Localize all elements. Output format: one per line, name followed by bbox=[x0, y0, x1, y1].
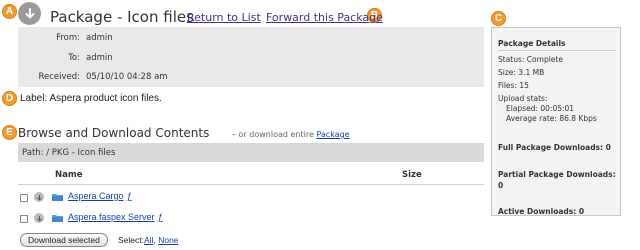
full-downloads-text: Full Package Downloads: 0 bbox=[498, 143, 611, 152]
meta-to-key: To: bbox=[68, 53, 80, 63]
file-name-link[interactable]: Aspera faspex Server ƒ bbox=[68, 212, 163, 222]
callout-c-badge: C bbox=[491, 11, 506, 26]
row-checkbox[interactable] bbox=[20, 194, 28, 202]
row-checkbox[interactable] bbox=[20, 215, 28, 223]
table-header-divider bbox=[18, 184, 484, 185]
status-text: Status: Complete bbox=[498, 55, 563, 64]
file-name-link[interactable]: Aspera Cargo ƒ bbox=[68, 191, 132, 201]
elapsed-text: Elapsed: 00:05:01 bbox=[506, 104, 575, 113]
download-selected-button[interactable]: Download selected bbox=[20, 233, 108, 247]
meta-from-key: From: bbox=[56, 33, 80, 43]
active-downloads-text: Active Downloads: 0 bbox=[498, 207, 585, 216]
download-arrow-icon[interactable] bbox=[34, 192, 44, 202]
download-arrow-icon[interactable] bbox=[34, 213, 44, 223]
column-header-size[interactable]: Size bbox=[402, 170, 422, 180]
file-mark: ƒ bbox=[126, 191, 132, 201]
column-header-name[interactable]: Name bbox=[55, 170, 82, 180]
breadcrumb: Path: / PKG - Icon files bbox=[18, 143, 484, 162]
package-title: Package - Icon files bbox=[50, 8, 194, 26]
file-name-text[interactable]: Aspera faspex Server bbox=[68, 212, 155, 222]
file-name-text[interactable]: Aspera Cargo bbox=[68, 191, 124, 201]
package-label: Label: Aspera product icon files. bbox=[20, 93, 162, 104]
partial-downloads-text: Partial Package Downloads: 0 bbox=[498, 170, 616, 190]
download-package-icon[interactable] bbox=[18, 2, 41, 25]
size-text: Size: 3.1 MB bbox=[498, 68, 545, 77]
return-to-list-link[interactable]: Return to List bbox=[187, 11, 261, 24]
callout-a-badge: A bbox=[2, 4, 17, 19]
download-entire-package-link[interactable]: Package bbox=[316, 130, 349, 139]
select-controls: Select:All, None bbox=[118, 235, 179, 245]
package-details-title: Package Details bbox=[498, 39, 566, 48]
package-details-panel: Package Details Status: Complete Size: 3… bbox=[491, 27, 621, 216]
callout-d-badge: D bbox=[2, 91, 17, 106]
forward-package-link[interactable]: Forward this Package bbox=[266, 11, 383, 24]
folder-icon bbox=[52, 194, 63, 201]
browse-section-title: Browse and Download Contents bbox=[18, 126, 210, 140]
package-meta-box: From: admin To: admin Received: 05/10/10… bbox=[18, 27, 484, 87]
file-mark: ƒ bbox=[157, 212, 163, 222]
download-entire-text: – or download entire bbox=[232, 130, 317, 139]
meta-received-value: 05/10/10 04:28 am bbox=[86, 72, 168, 82]
meta-from-value: admin bbox=[86, 33, 113, 43]
select-separator: , bbox=[153, 235, 156, 245]
callout-e-badge: E bbox=[2, 125, 17, 140]
meta-received-key: Received: bbox=[38, 72, 80, 82]
average-rate-text: Average rate: 86.8 Kbps bbox=[506, 114, 597, 123]
select-none-link[interactable]: None bbox=[158, 235, 178, 245]
table-row: Aspera faspex Server ƒ bbox=[18, 212, 484, 230]
files-count-text: Files: 15 bbox=[498, 81, 529, 90]
download-entire-note: – or download entire Package bbox=[232, 130, 350, 139]
folder-icon bbox=[52, 215, 63, 222]
select-label: Select: bbox=[118, 235, 144, 245]
meta-to-value: admin bbox=[86, 53, 113, 63]
table-row: Aspera Cargo ƒ bbox=[18, 191, 484, 209]
upload-stats-label: Upload stats: bbox=[498, 94, 548, 103]
panel-divider bbox=[498, 50, 616, 51]
